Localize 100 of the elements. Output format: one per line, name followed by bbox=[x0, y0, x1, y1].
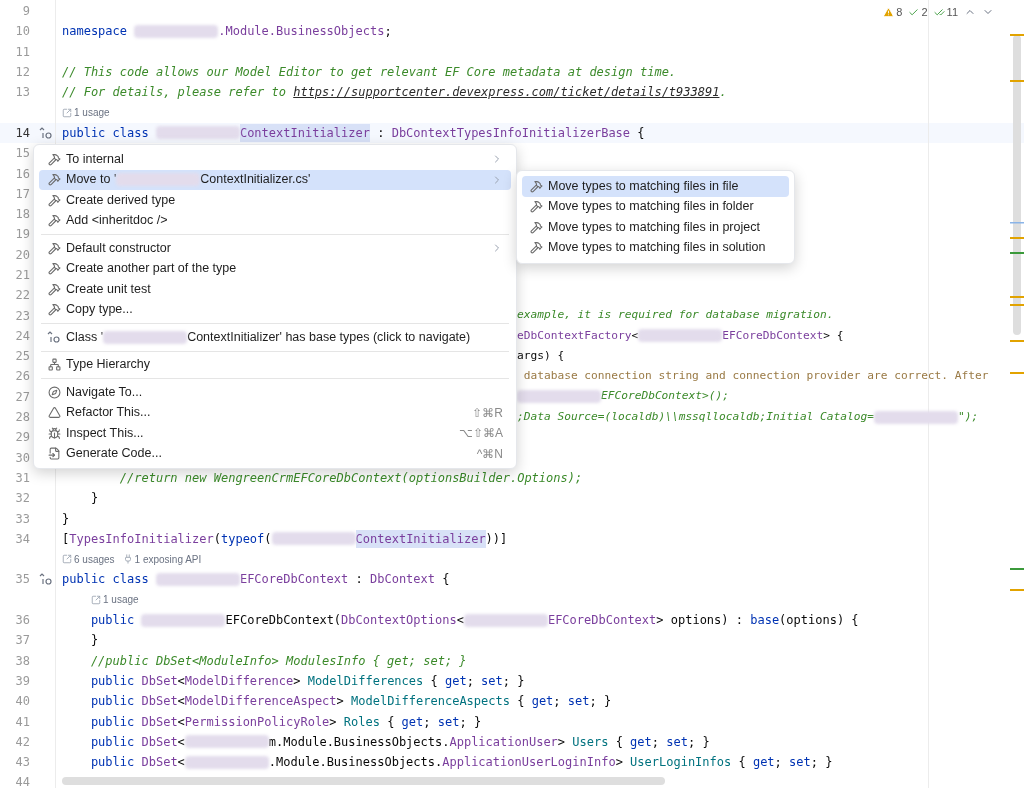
code-text: < bbox=[456, 612, 464, 630]
code-text: https://supportcenter.devexpress.com/ticket/details/t933891 bbox=[293, 84, 720, 102]
code-text: public class bbox=[62, 571, 150, 589]
line-number: 32 bbox=[14, 490, 30, 508]
code-text: ( bbox=[213, 530, 221, 548]
code-text: < bbox=[177, 693, 185, 711]
code-text: get bbox=[531, 693, 554, 711]
menu-item[interactable]: Generate Code... ^⌘N bbox=[39, 443, 511, 464]
hammer-icon bbox=[47, 152, 61, 166]
code-text: ModelDifferences bbox=[307, 672, 424, 690]
code-text: > options) : bbox=[656, 612, 744, 630]
code-text: set bbox=[481, 672, 503, 690]
menu-item[interactable]: Move types to matching files in folder bbox=[522, 196, 789, 217]
code-text: : bbox=[354, 571, 364, 589]
code-text: ; bbox=[651, 733, 661, 751]
menu-item[interactable]: Create another part of the type bbox=[39, 258, 511, 279]
line-number: 18 bbox=[14, 206, 30, 224]
menu-item[interactable]: Default constructor bbox=[39, 238, 511, 259]
hammer-icon bbox=[47, 173, 61, 187]
code-text: get bbox=[401, 713, 424, 731]
menu-item[interactable]: Inspect This... ⌥⇧⌘A bbox=[39, 423, 511, 444]
code-text: DbContext bbox=[370, 571, 435, 589]
code-text: DbSet bbox=[141, 754, 178, 772]
code-text: ; } bbox=[589, 693, 612, 711]
code-text: "); bbox=[958, 408, 979, 425]
code-text: public bbox=[89, 672, 136, 690]
code-text: public bbox=[89, 713, 136, 731]
code-text: database connection string and connection provider are correct. After bbox=[522, 368, 989, 385]
plug-icon bbox=[122, 554, 133, 565]
code-text: > bbox=[336, 693, 345, 711]
menu-item[interactable]: Move types to matching files in solution bbox=[522, 237, 789, 258]
typos-indicator[interactable]: 11 bbox=[933, 4, 958, 21]
code-text: public bbox=[89, 612, 136, 630]
usage-hint[interactable]: 1 usage bbox=[91, 592, 139, 608]
menu-item[interactable]: Move to ' ContextInitializer.cs' bbox=[39, 169, 511, 190]
code-text: namespace bbox=[62, 23, 129, 41]
code-text: { bbox=[441, 571, 450, 589]
code-text: set bbox=[789, 754, 811, 772]
code-text: // For details, please refer to bbox=[62, 84, 287, 102]
menu-item[interactable]: Create derived type bbox=[39, 190, 511, 211]
line-number: 40 bbox=[14, 693, 30, 711]
code-text: : bbox=[376, 124, 386, 142]
hammer-icon bbox=[47, 282, 61, 296]
code-text: > { bbox=[823, 327, 844, 344]
code-text: < bbox=[631, 327, 639, 344]
weak-warnings-indicator[interactable]: 2 bbox=[908, 4, 928, 21]
line-number: 16 bbox=[14, 165, 30, 183]
usage-hint[interactable]: 1 usage bbox=[62, 105, 110, 121]
code-text: { bbox=[386, 713, 396, 731]
code-text: ; } bbox=[687, 733, 710, 751]
usage-hint[interactable]: 1 exposing API bbox=[122, 551, 202, 567]
code-text: } bbox=[62, 510, 70, 528]
code-text: ; bbox=[774, 754, 783, 772]
line-number: 38 bbox=[14, 652, 30, 670]
menu-item[interactable]: Move types to matching files in project bbox=[522, 217, 789, 238]
code-text: < bbox=[177, 713, 185, 731]
warnings-indicator[interactable]: 8 bbox=[883, 4, 903, 21]
line-number: 24 bbox=[14, 327, 30, 345]
code-text: ;Data Source=(localdb)\\mssqllocaldb;Initial Catalog= bbox=[517, 408, 874, 425]
line-number: 42 bbox=[14, 733, 30, 751]
code-text: { bbox=[516, 693, 526, 711]
code-text: { bbox=[636, 124, 645, 142]
code-text: DbContextTypesInfoInitializerBase bbox=[391, 124, 631, 142]
code-text: ; bbox=[466, 672, 475, 690]
code-text: set bbox=[567, 693, 590, 711]
code-text: DbSet bbox=[141, 733, 178, 751]
horizontal-scrollbar-thumb[interactable] bbox=[62, 777, 665, 785]
code-text: public bbox=[89, 693, 136, 711]
code-text: eDbContextFactory bbox=[517, 327, 632, 344]
line-number: 35 bbox=[14, 571, 30, 589]
menu-item[interactable]: Copy type... bbox=[39, 299, 511, 320]
line-number: 30 bbox=[14, 449, 30, 467]
usage-hint[interactable]: 6 usages bbox=[62, 551, 115, 567]
menu-item[interactable]: Navigate To... bbox=[39, 382, 511, 403]
code-text: DbContextOptions bbox=[341, 612, 457, 630]
line-number: 19 bbox=[14, 226, 30, 244]
menu-item[interactable]: Add <inheritdoc /> bbox=[39, 210, 511, 231]
menu-item[interactable]: Move types to matching files in file bbox=[522, 176, 789, 197]
hammer-icon bbox=[530, 220, 543, 234]
code-text: .Module.BusinessObjects bbox=[218, 23, 385, 41]
menu-item[interactable]: To internal bbox=[39, 149, 511, 170]
menu-item[interactable]: Class ' ContextInitializer' has base types (click to navigate) bbox=[39, 327, 511, 348]
hammer-icon bbox=[530, 200, 543, 214]
code-text: > bbox=[293, 672, 302, 690]
hammer-icon bbox=[47, 193, 61, 207]
line-number: 28 bbox=[14, 409, 30, 427]
code-text: example, it is required for database migration. bbox=[517, 307, 834, 324]
hammer-icon bbox=[530, 179, 543, 193]
line-number: 33 bbox=[14, 510, 30, 528]
menu-item[interactable]: Create unit test bbox=[39, 279, 511, 300]
line-number: 23 bbox=[14, 307, 30, 325]
menu-item[interactable]: Type Hierarchy bbox=[39, 354, 511, 375]
hammer-icon bbox=[47, 262, 61, 276]
vertical-scrollbar-thumb[interactable] bbox=[1013, 35, 1021, 335]
line-number: 12 bbox=[14, 64, 30, 82]
code-text: > bbox=[615, 754, 624, 772]
code-text: EFCoreDbContext bbox=[547, 612, 657, 630]
code-text: Roles bbox=[343, 713, 380, 731]
code-text: ContextInitializer bbox=[239, 123, 370, 142]
menu-item[interactable]: Refactor This... ⇧⌘R bbox=[39, 402, 511, 423]
